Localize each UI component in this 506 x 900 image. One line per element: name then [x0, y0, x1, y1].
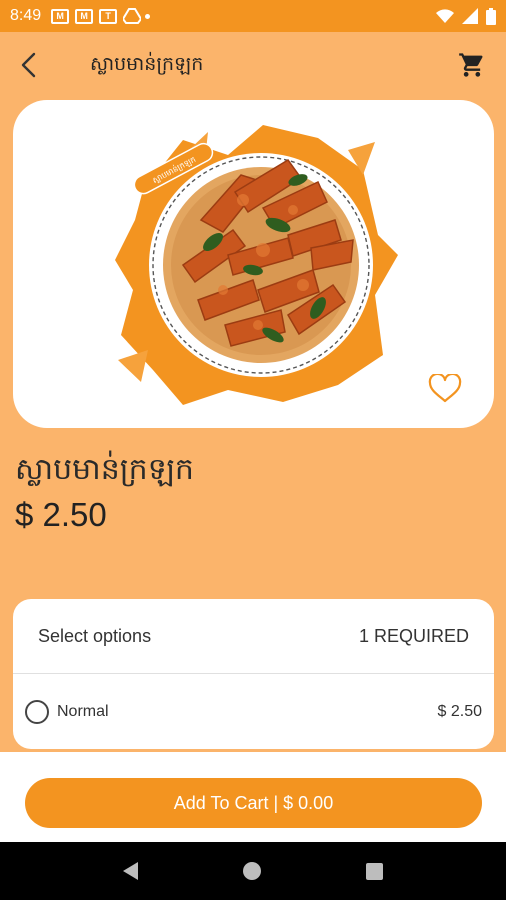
- status-time: 8:49: [10, 7, 42, 24]
- option-radio[interactable]: [25, 699, 49, 724]
- options-header: Select options 1 REQUIRED: [13, 599, 494, 674]
- page-title: ស្លាបមាន់ក្រឡក: [90, 53, 204, 75]
- option-row-normal[interactable]: Normal $ 2.50: [13, 674, 494, 749]
- system-nav-bar: [0, 842, 506, 900]
- chevron-left-icon: [21, 52, 36, 78]
- battery-icon: [486, 7, 496, 25]
- options-requirement: 1 REQUIRED: [358, 625, 469, 646]
- favorite-button[interactable]: [428, 372, 462, 404]
- nav-back-icon[interactable]: [122, 862, 138, 880]
- option-price: $ 2.50: [437, 702, 482, 720]
- nav-recents-icon[interactable]: [366, 862, 384, 880]
- options-heading: Select options: [38, 625, 152, 646]
- option-label: Normal: [57, 702, 109, 720]
- drive-icon: [123, 8, 142, 24]
- signal-icon: [462, 8, 478, 24]
- product-price: $ 2.50: [15, 496, 107, 533]
- back-button[interactable]: [14, 50, 42, 80]
- product-image-card: ស្លាបមាន់ក្រឡក: [13, 100, 494, 428]
- status-bar: 8:49 M M T: [0, 0, 506, 32]
- wifi-icon: [436, 9, 454, 23]
- calendar-icon: T: [99, 8, 118, 24]
- dot-icon: [145, 13, 151, 19]
- shopping-cart-icon: [459, 53, 483, 77]
- add-to-cart-button[interactable]: Add To Cart | $ 0.00: [25, 778, 482, 828]
- bottom-bar: Add To Cart | $ 0.00: [0, 752, 506, 842]
- options-card: Select options 1 REQUIRED Normal $ 2.50: [13, 599, 494, 749]
- cart-button[interactable]: [458, 51, 486, 79]
- app-header: ស្លាបមាន់ក្រឡក: [0, 32, 506, 98]
- product-name: ស្លាបមាន់ក្រឡក: [15, 452, 194, 487]
- heart-icon: [428, 372, 462, 403]
- status-right: [436, 7, 496, 25]
- gmail-icon: M: [51, 8, 70, 24]
- nav-home-icon[interactable]: [242, 862, 261, 880]
- product-image: ស្លាបមាន់ក្រឡក: [115, 125, 398, 405]
- gmail-icon: M: [75, 8, 94, 24]
